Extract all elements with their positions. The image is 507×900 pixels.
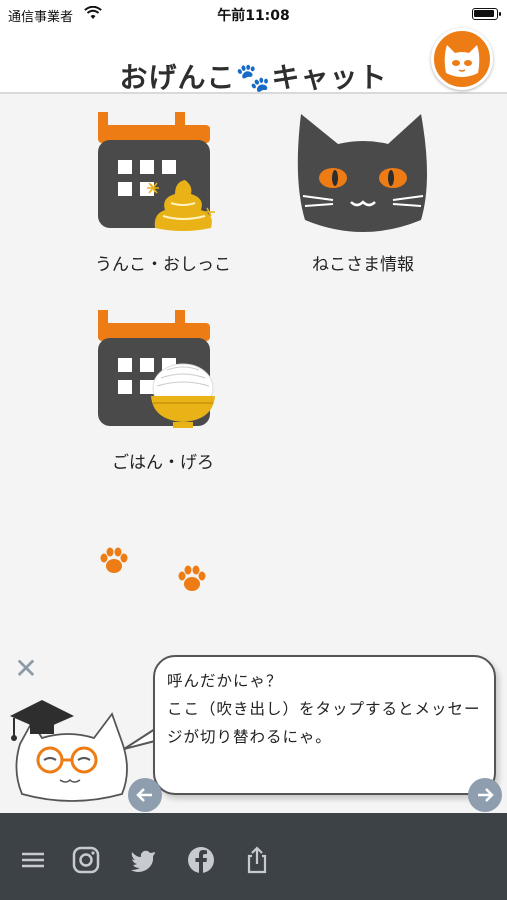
logo-paw-icon: 🐾 bbox=[235, 61, 272, 94]
share-icon[interactable] bbox=[242, 845, 272, 875]
status-bar: 通信事業者 午前11:08 bbox=[0, 0, 507, 28]
paw-print-icon bbox=[178, 565, 206, 591]
close-icon[interactable]: ✕ bbox=[12, 655, 40, 683]
arrow-right-icon bbox=[478, 788, 494, 802]
menu-item-food[interactable]: ごはん・げろ bbox=[83, 308, 243, 483]
menu-item-cat-info[interactable]: ねこさま情報 bbox=[283, 110, 443, 285]
logo-text-1: おげんこ bbox=[119, 61, 236, 94]
menu-item-toilet[interactable]: うんこ・おしっこ bbox=[83, 110, 243, 285]
battery-icon bbox=[472, 8, 501, 20]
bubble-message: 呼んだかにゃ？ ここ（吹き出し）をタップするとメッセージが切り替わるにゃ。 bbox=[167, 672, 481, 746]
menu-label-cat-info: ねこさま情報 bbox=[312, 255, 414, 275]
profile-avatar-button[interactable] bbox=[431, 28, 493, 90]
twitter-icon[interactable] bbox=[128, 845, 158, 875]
black-cat-icon bbox=[297, 114, 427, 232]
status-time: 午前11:08 bbox=[217, 8, 290, 24]
menu-label-food: ごはん・げろ bbox=[112, 453, 214, 473]
logo-text-2: キャット bbox=[271, 61, 388, 94]
paw-print-icon bbox=[100, 547, 128, 573]
cat-face-icon bbox=[444, 45, 480, 77]
next-arrow-button[interactable] bbox=[468, 778, 502, 812]
calendar-poop-icon bbox=[98, 112, 215, 231]
calendar-rice-icon bbox=[98, 310, 215, 428]
bubble-tail bbox=[123, 728, 156, 750]
bottom-toolbar bbox=[0, 813, 507, 900]
instagram-icon[interactable] bbox=[71, 845, 101, 875]
speech-bubble[interactable]: 呼んだかにゃ？ ここ（吹き出し）をタップするとメッセージが切り替わるにゃ。 bbox=[153, 655, 496, 795]
arrow-left-icon bbox=[136, 788, 152, 802]
menu-label-toilet: うんこ・おしっこ bbox=[95, 255, 231, 275]
menu-icon[interactable] bbox=[18, 845, 48, 875]
facebook-icon[interactable] bbox=[186, 845, 216, 875]
prev-arrow-button[interactable] bbox=[128, 778, 162, 812]
